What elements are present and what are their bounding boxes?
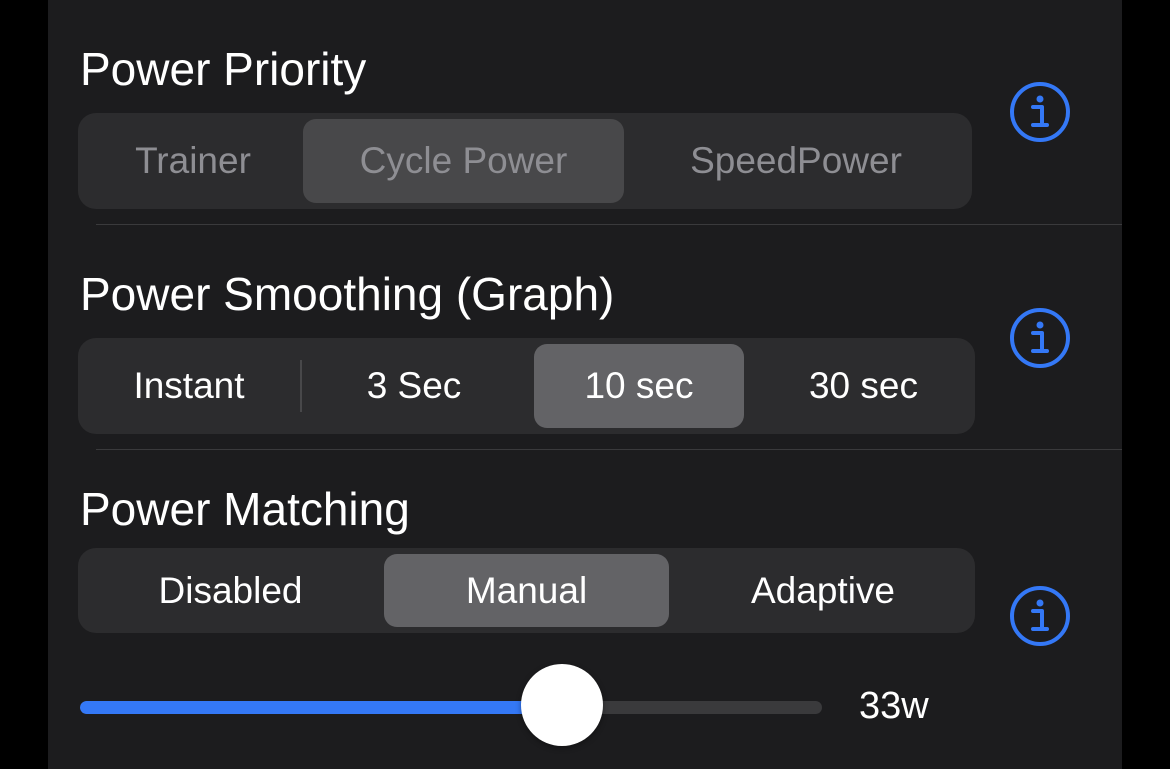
power-matching-slider-value: 33w (859, 685, 929, 727)
separator (96, 224, 1122, 225)
power-smoothing-segmented-control[interactable]: Instant 3 Sec 10 sec 30 sec (78, 338, 975, 434)
info-circle-icon[interactable] (1009, 585, 1071, 647)
power-smoothing-option-10-sec[interactable]: 10 sec (534, 344, 744, 428)
power-priority-option-trainer[interactable]: Trainer (84, 119, 302, 203)
power-priority-title: Power Priority (80, 43, 367, 95)
power-matching-slider-track[interactable] (80, 701, 822, 714)
power-priority-option-speedpower[interactable]: SpeedPower (626, 119, 966, 203)
power-smoothing-option-30-sec[interactable]: 30 sec (758, 344, 969, 428)
power-matching-slider-thumb[interactable] (521, 664, 604, 746)
power-priority-segmented-control[interactable]: Trainer Cycle Power SpeedPower (78, 113, 972, 209)
power-smoothing-option-3-sec[interactable]: 3 Sec (308, 344, 520, 428)
info-circle-icon[interactable] (1009, 81, 1071, 143)
power-matching-segmented-control[interactable]: Disabled Manual Adaptive (78, 548, 975, 633)
power-matching-option-adaptive[interactable]: Adaptive (677, 554, 969, 627)
separator (96, 449, 1122, 450)
power-matching-option-disabled[interactable]: Disabled (84, 554, 377, 627)
info-circle-icon[interactable] (1009, 307, 1071, 369)
power-matching-slider-fill (80, 701, 563, 714)
power-priority-option-cycle-power[interactable]: Cycle Power (303, 119, 624, 203)
power-smoothing-title: Power Smoothing (Graph) (80, 268, 615, 320)
power-matching-option-manual[interactable]: Manual (384, 554, 669, 627)
power-smoothing-option-instant[interactable]: Instant (84, 344, 294, 428)
segment-divider (300, 360, 302, 412)
power-matching-title: Power Matching (80, 483, 410, 535)
